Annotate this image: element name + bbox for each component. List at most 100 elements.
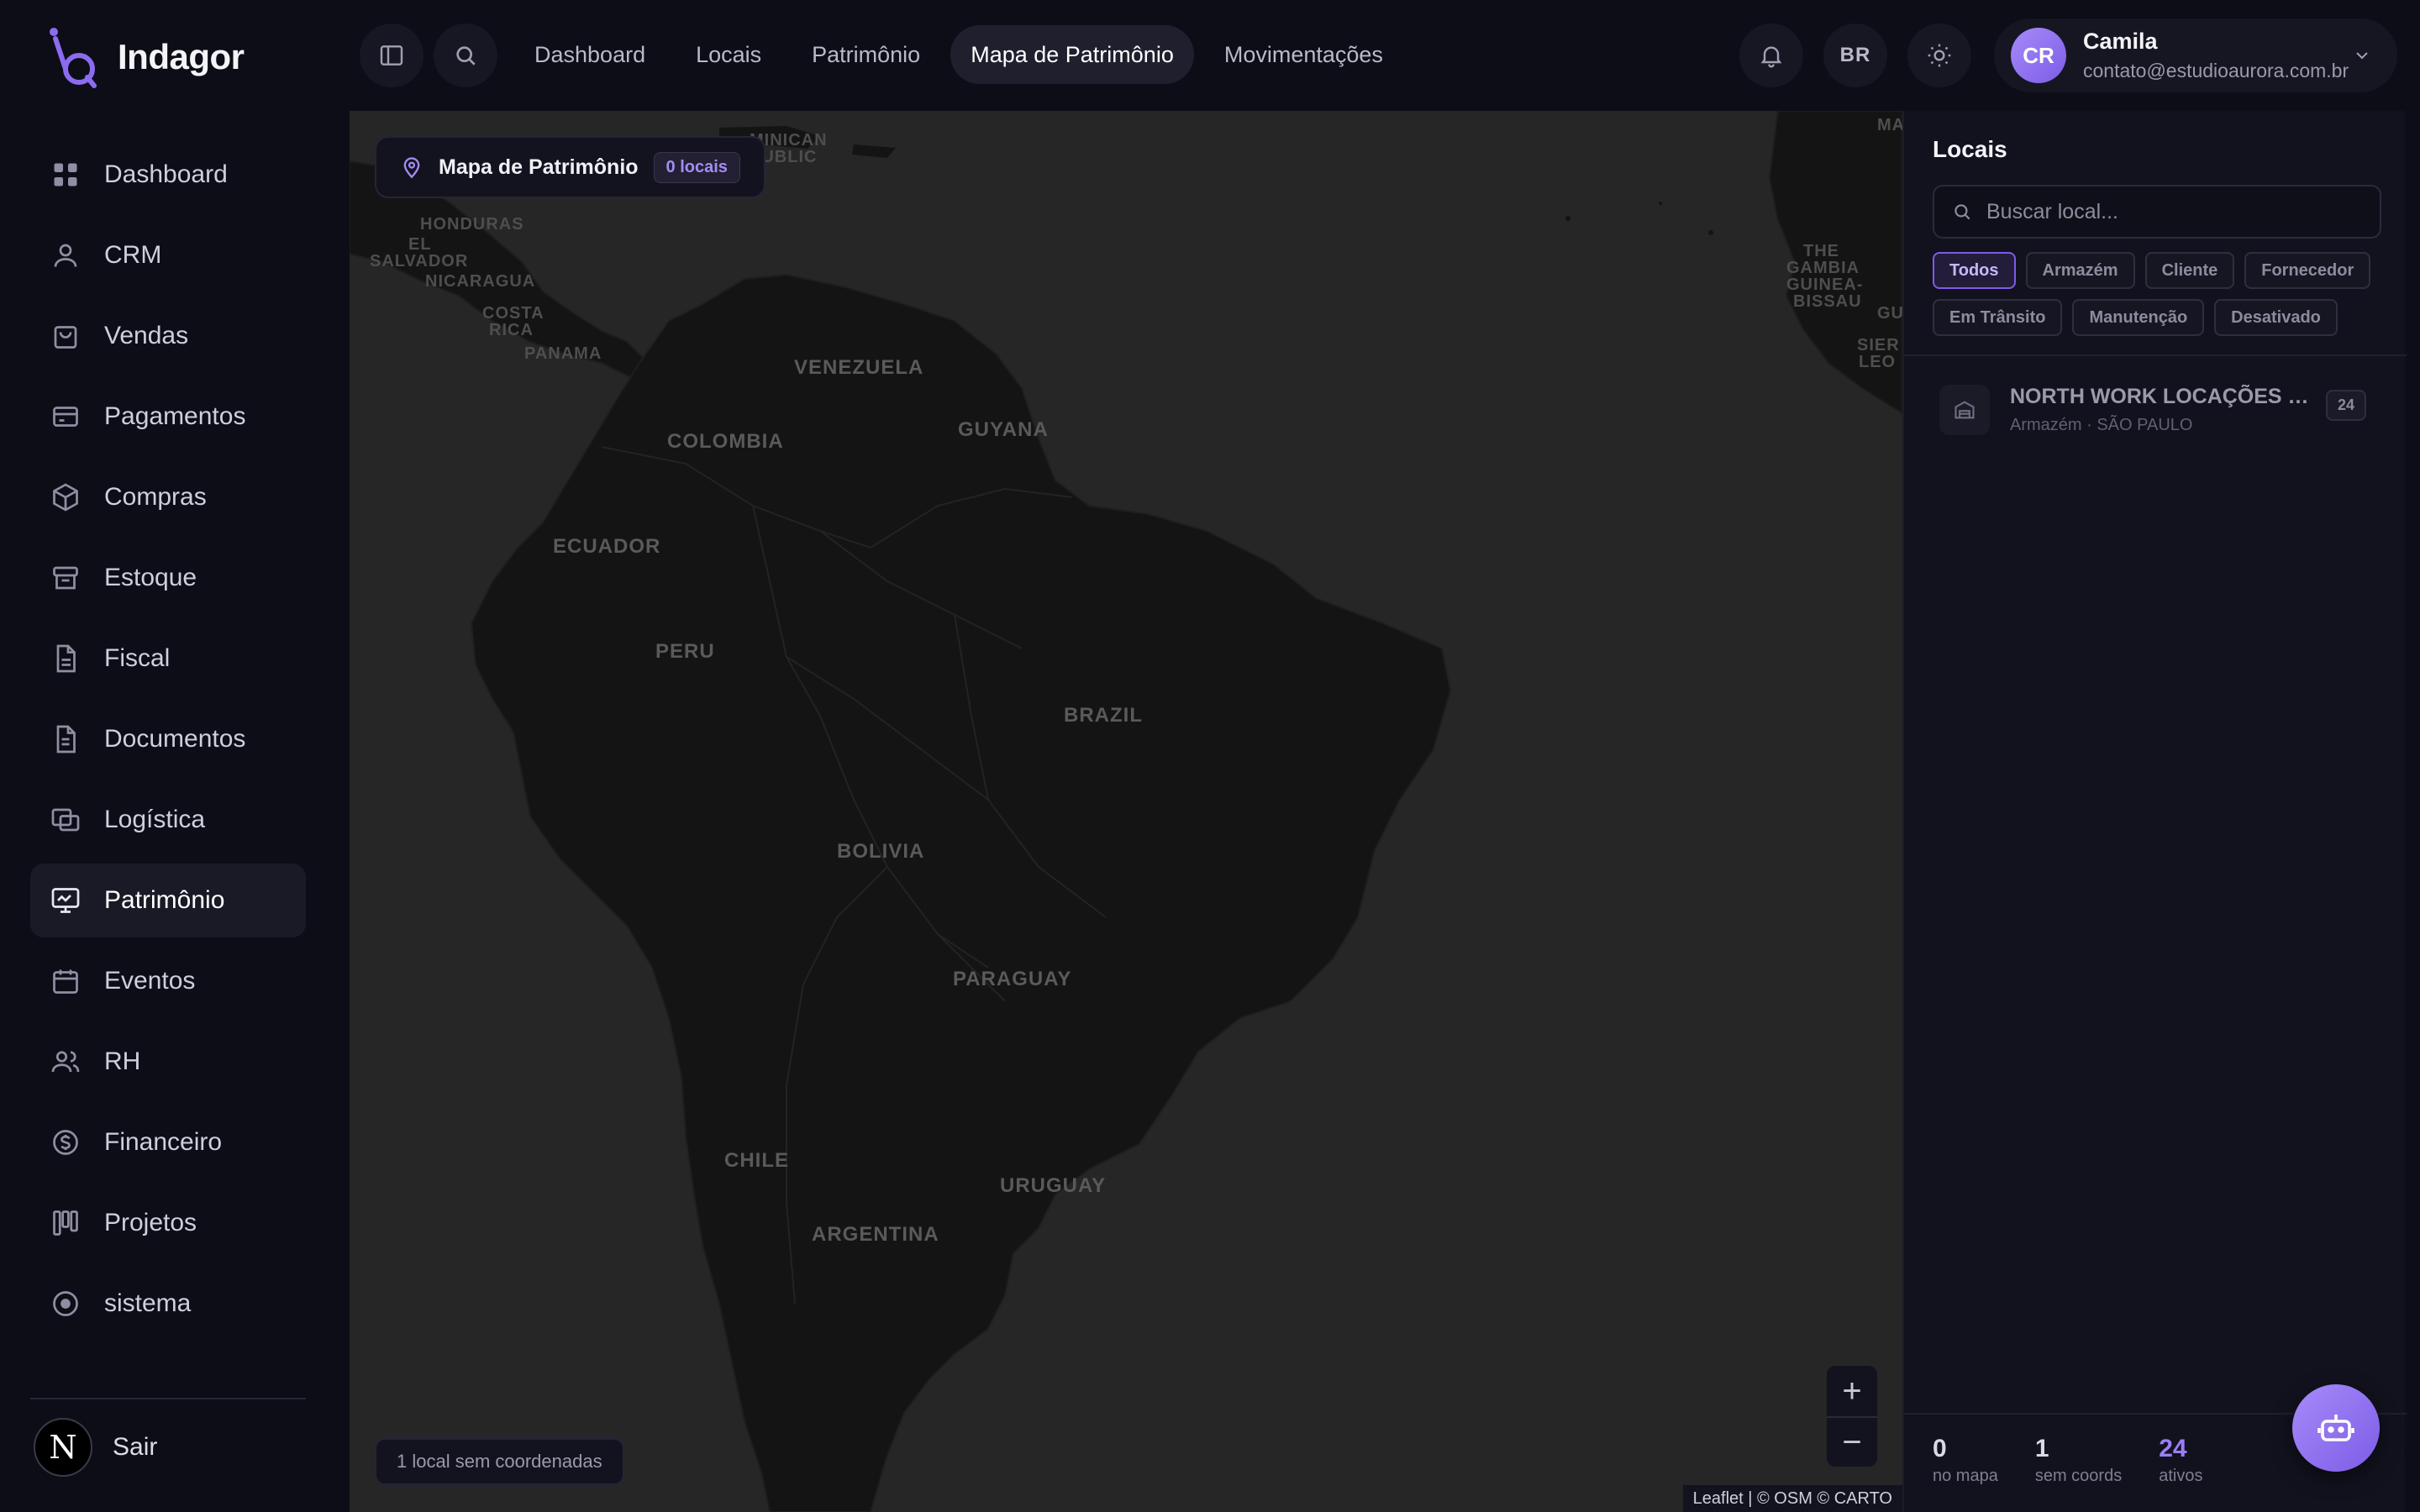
map-label: GUYANA (958, 418, 1049, 441)
filter-fornecedor[interactable]: Fornecedor (2244, 252, 2371, 289)
user-name: Camila (2083, 29, 2158, 54)
tab-mapa-de-patrimonio[interactable]: Mapa de Patrimônio (950, 25, 1194, 84)
sidebar-nav: Dashboard CRM Vendas Pagamentos Compras … (30, 138, 306, 1347)
map-label: RICA (489, 321, 534, 339)
tab-patrimonio[interactable]: Patrimônio (792, 25, 940, 84)
shopping-bag-icon (54, 326, 77, 349)
users-icon (51, 1051, 80, 1073)
stat-on-map: 0 no mapa (1933, 1435, 1998, 1486)
sidebar-item-label: Patrimônio (104, 886, 225, 914)
search-input[interactable] (1986, 199, 2373, 224)
location-name: NORTH WORK LOCAÇÕES LT... (2010, 385, 2312, 408)
search-button[interactable] (434, 24, 497, 87)
sidebar: Indagor Dashboard CRM Vendas Pagamentos … (0, 0, 350, 1512)
language-button[interactable]: BR (1823, 24, 1887, 87)
search-icon (1954, 204, 1970, 220)
stat-value: 1 (2034, 1435, 2049, 1462)
user-email: contato@estudioaurora.com.br (2083, 60, 2349, 81)
top-nav: Dashboard Locais Patrimônio Mapa de Patr… (514, 25, 1403, 84)
stat-value: 24 (2159, 1435, 2187, 1462)
user-info: Camila contato@estudioaurora.com.br (2083, 29, 2349, 82)
map-label: SALVADOR (370, 252, 469, 270)
sidebar-item-estoque[interactable]: Estoque (30, 541, 306, 615)
sidebar-item-label: Eventos (104, 967, 196, 995)
map-tiles (350, 111, 1902, 1512)
filter-chips: Todos Armazém Cliente Fornecedor Em Trân… (1933, 252, 2386, 336)
calendar-icon (53, 969, 78, 994)
sidebar-item-financeiro[interactable]: Financeiro (30, 1105, 306, 1179)
sidebar-item-projetos[interactable]: Projetos (30, 1186, 306, 1260)
sidebar-item-documentos[interactable]: Documentos (30, 702, 306, 776)
map-label: PANAMA (524, 344, 602, 363)
filter-cliente[interactable]: Cliente (2144, 252, 2235, 289)
map-label: ECUADOR (553, 535, 661, 558)
sidebar-item-crm[interactable]: CRM (30, 218, 306, 292)
sidebar-item-label: Vendas (104, 322, 189, 349)
filter-manutencao[interactable]: Manutenção (2072, 299, 2205, 336)
map-label: ARGENTINA (812, 1223, 939, 1246)
document-icon (56, 644, 76, 673)
map-label: PERU (655, 640, 715, 663)
map-label: BOLIVIA (837, 840, 925, 863)
tab-movimentacoes[interactable]: Movimentações (1204, 25, 1403, 84)
map-label: GU (1877, 304, 1902, 323)
warehouse-icon (1939, 385, 1990, 435)
map-label: VENEZUELA (794, 356, 924, 379)
inventory-icon (53, 566, 78, 590)
notifications-button[interactable] (1739, 24, 1803, 87)
sidebar-item-patrimonio[interactable]: Patrimônio (30, 864, 306, 937)
toggle-sidebar-button[interactable] (360, 24, 424, 87)
sidebar-item-vendas[interactable]: Vendas (30, 299, 306, 373)
no-coordinates-notice[interactable]: 1 local sem coordenadas (375, 1438, 624, 1485)
stat-label: sem coords (2034, 1467, 2123, 1485)
filter-em-transito[interactable]: Em Trânsito (1933, 299, 2063, 336)
location-search[interactable] (1933, 185, 2381, 239)
sidebar-item-sistema[interactable]: sistema (30, 1267, 306, 1341)
zoom-in-button[interactable]: + (1827, 1366, 1877, 1416)
sidebar-item-compras[interactable]: Compras (30, 460, 306, 534)
stat-label: ativos (2159, 1467, 2203, 1485)
file-icon (56, 725, 76, 753)
map-label: LEO (1859, 353, 1897, 371)
logout-label: Sair (113, 1433, 158, 1461)
sidebar-item-eventos[interactable]: Eventos (30, 944, 306, 1018)
brand[interactable]: Indagor (47, 25, 245, 89)
location-subtitle: Armazém · SÃO PAULO (2010, 416, 2193, 434)
filter-armazem[interactable]: Armazém (2025, 252, 2135, 289)
assistant-button[interactable] (2292, 1384, 2380, 1472)
filter-desativado[interactable]: Desativado (2214, 299, 2338, 336)
map-label: PARAGUAY (953, 968, 1072, 990)
kanban-icon (53, 1210, 78, 1236)
avatar: N (34, 1418, 92, 1477)
zoom-out-button[interactable]: − (1827, 1416, 1877, 1467)
grid-icon (54, 163, 77, 186)
tab-locais[interactable]: Locais (676, 25, 781, 84)
circle-icon (53, 1291, 78, 1316)
list-item[interactable]: NORTH WORK LOCAÇÕES LT... Armazém · SÃO … (1939, 385, 2373, 447)
map-view[interactable]: VENEZUELA GUYANA COLOMBIA ECUADOR PERU B… (350, 111, 1902, 1512)
brand-name: Indagor (118, 37, 245, 76)
sidebar-item-pagamentos[interactable]: Pagamentos (30, 380, 306, 454)
logout-button[interactable]: N Sair (34, 1418, 157, 1477)
map-label: NICARAGUA (425, 272, 536, 291)
zoom-control: + − (1827, 1366, 1877, 1467)
sidebar-item-dashboard[interactable]: Dashboard (30, 138, 306, 212)
sidebar-item-logistica[interactable]: Logística (30, 783, 306, 857)
sidebar-item-label: Pagamentos (104, 402, 246, 430)
sidebar-item-label: Fiscal (104, 644, 171, 672)
credit-card-icon (53, 407, 78, 427)
user-menu[interactable]: CR Camila contato@estudioaurora.com.br (1994, 18, 2397, 92)
sidebar-item-rh[interactable]: RH (30, 1025, 306, 1099)
map-label: BISSAU (1793, 292, 1862, 311)
sidebar-item-label: Dashboard (104, 160, 228, 188)
sidebar-item-label: CRM (104, 241, 162, 269)
map-attribution[interactable]: Leaflet | © OSM © CARTO (1682, 1485, 1902, 1512)
filter-todos[interactable]: Todos (1933, 252, 2016, 289)
sun-icon (1928, 44, 1951, 67)
map-label: HONDURAS (420, 215, 524, 234)
monitor-icon (51, 888, 80, 913)
map-label: URUGUAY (1000, 1174, 1107, 1197)
sidebar-item-fiscal[interactable]: Fiscal (30, 622, 306, 696)
tab-dashboard[interactable]: Dashboard (514, 25, 666, 84)
theme-toggle-button[interactable] (1907, 24, 1971, 87)
